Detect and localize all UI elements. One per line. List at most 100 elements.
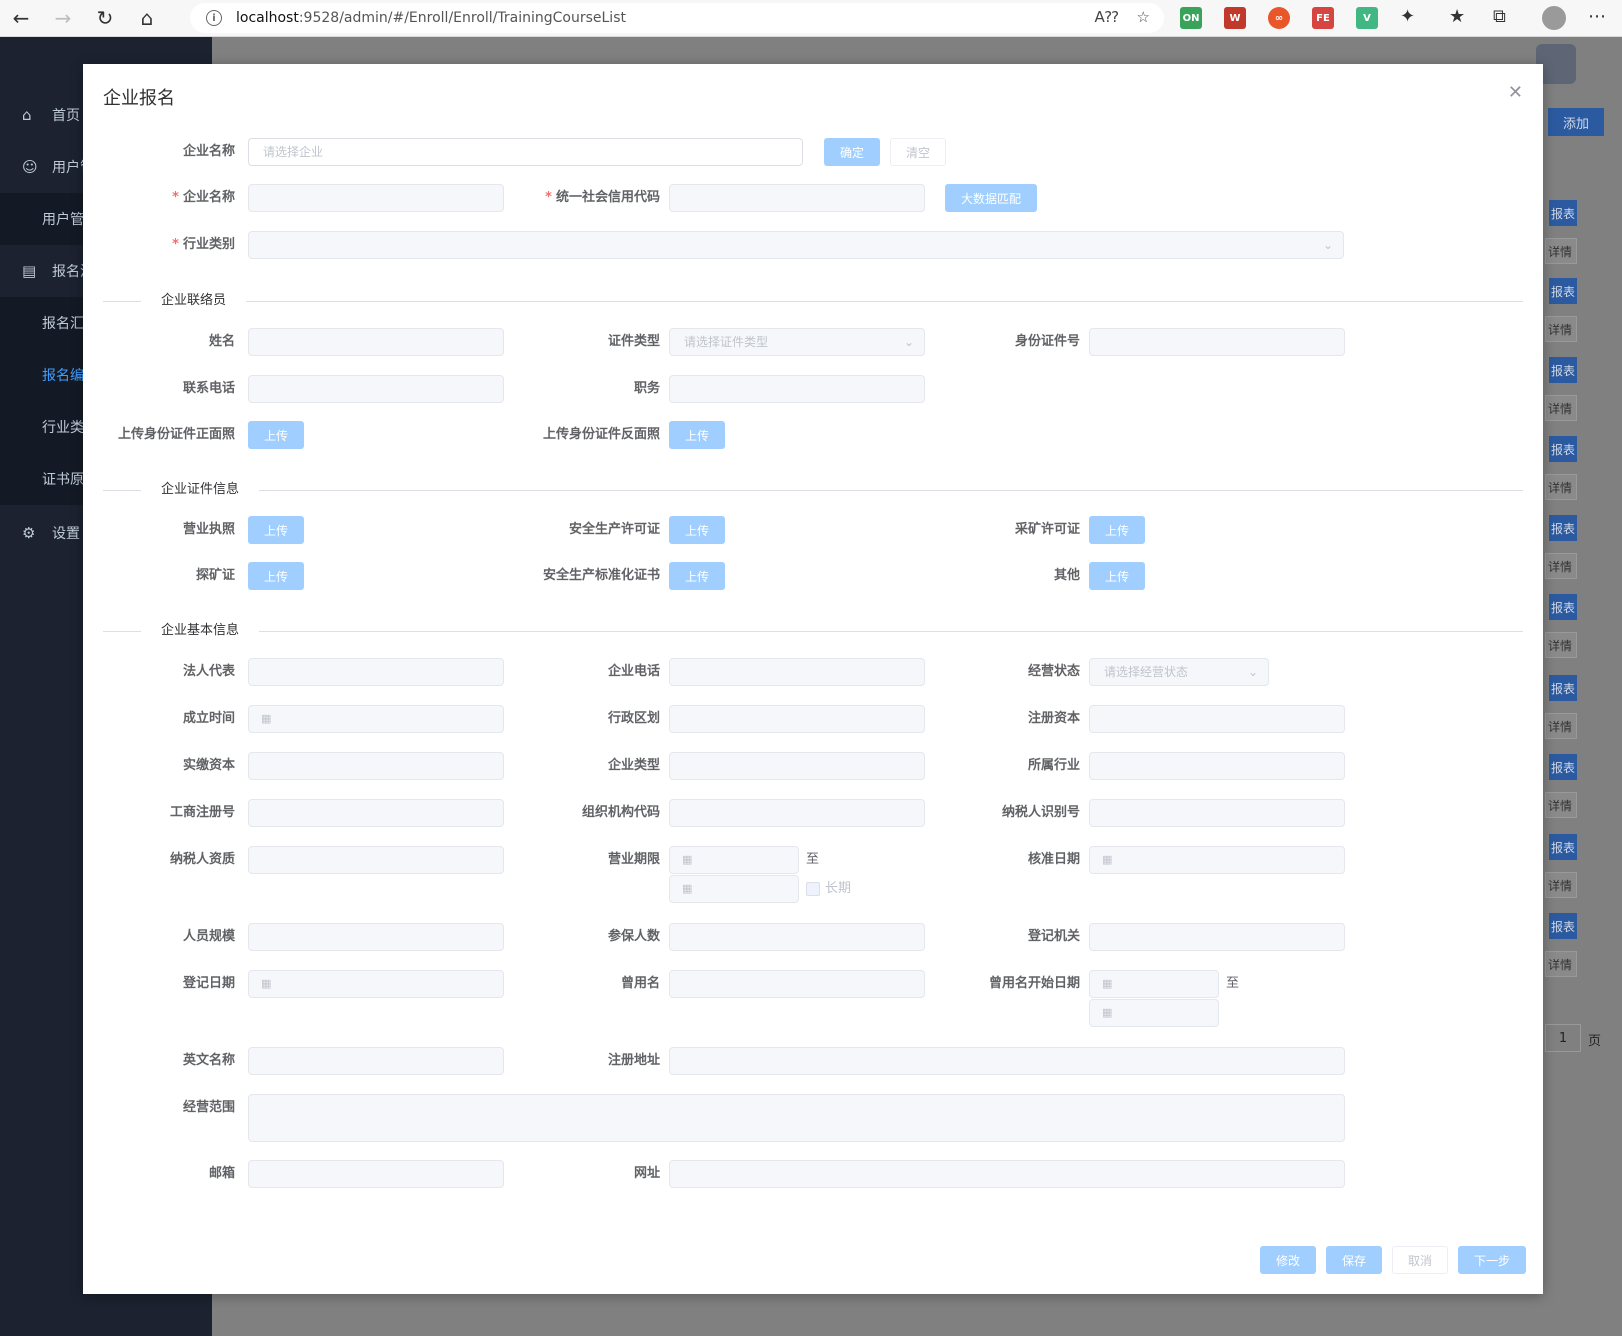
business-status-select[interactable]: 请选择经营状态 ⌄ <box>1089 658 1269 686</box>
extensions-puzzle-icon[interactable]: ✦ <box>1400 6 1415 27</box>
founded-date-picker[interactable]: ▦ <box>248 705 504 733</box>
industry-category-select[interactable]: ⌄ <box>248 231 1344 259</box>
former-name-end-date-picker[interactable]: ▦ <box>1089 999 1219 1027</box>
email-input[interactable] <box>248 1160 504 1188</box>
long-term-checkbox[interactable] <box>806 882 820 896</box>
website-input[interactable] <box>669 1160 1345 1188</box>
contact-name-label: 姓名 <box>208 334 235 349</box>
read-aloud-icon[interactable]: A⁇ <box>1094 8 1118 26</box>
contact-phone-input[interactable] <box>248 375 504 403</box>
row-report-button[interactable]: 报表 <box>1549 754 1577 780</box>
row-report-button[interactable]: 报表 <box>1549 436 1577 462</box>
bigdata-match-button[interactable]: 大数据匹配 <box>945 184 1037 212</box>
extension-red-icon[interactable]: W <box>1224 7 1246 29</box>
approve-date-picker[interactable]: ▦ <box>1089 846 1345 874</box>
row-detail-button[interactable]: 详情 <box>1545 395 1577 421</box>
edit-button[interactable]: 修改 <box>1260 1246 1316 1274</box>
row-detail-button[interactable]: 详情 <box>1545 553 1577 579</box>
company-search-input[interactable]: 请选择企业 <box>248 138 803 166</box>
favorite-add-icon[interactable]: ☆ <box>1137 8 1150 26</box>
english-name-input[interactable] <box>248 1047 504 1075</box>
long-term-label[interactable]: 长期 <box>825 881 851 897</box>
insured-count-input[interactable] <box>669 923 925 951</box>
home-icon[interactable]: ⌂ <box>126 0 168 37</box>
registered-capital-input[interactable] <box>1089 705 1345 733</box>
save-button[interactable]: 保存 <box>1326 1246 1382 1274</box>
term-start-date-picker[interactable]: ▦ <box>669 846 799 874</box>
collections-icon[interactable]: ⧉ <box>1493 6 1506 27</box>
taxpayer-id-input[interactable] <box>1089 799 1345 827</box>
biz-reg-no-input[interactable] <box>248 799 504 827</box>
row-report-button[interactable]: 报表 <box>1549 834 1577 860</box>
row-detail-button[interactable]: 详情 <box>1545 792 1577 818</box>
row-detail-button[interactable]: 详情 <box>1545 238 1577 264</box>
reg-authority-input[interactable] <box>1089 923 1345 951</box>
calendar-icon: ▦ <box>1102 853 1113 866</box>
back-arrow-icon[interactable]: ← <box>0 0 42 37</box>
row-detail-button[interactable]: 详情 <box>1545 316 1577 342</box>
row-report-button[interactable]: 报表 <box>1549 594 1577 620</box>
id-number-input[interactable] <box>1089 328 1345 356</box>
row-report-button[interactable]: 报表 <box>1549 200 1577 226</box>
business-scope-textarea[interactable] <box>248 1094 1345 1142</box>
paid-capital-input[interactable] <box>248 752 504 780</box>
add-button[interactable]: 添加 <box>1548 108 1604 136</box>
credit-code-input[interactable] <box>669 184 925 212</box>
profile-avatar[interactable] <box>1542 6 1566 30</box>
other-cert-upload-button[interactable]: 上传 <box>1089 562 1145 590</box>
business-license-upload-button[interactable]: 上传 <box>248 516 304 544</box>
close-icon[interactable]: ✕ <box>1508 82 1523 103</box>
mining-permit-upload-button[interactable]: 上传 <box>1089 516 1145 544</box>
position-input[interactable] <box>669 375 925 403</box>
forward-arrow-icon[interactable]: → <box>42 0 84 37</box>
reg-date-picker[interactable]: ▦ <box>248 970 504 998</box>
region-input[interactable] <box>669 705 925 733</box>
id-type-select[interactable]: 请选择证件类型 ⌄ <box>669 328 925 356</box>
vue-devtools-icon[interactable]: V <box>1356 7 1378 29</box>
safety-permit-upload-button[interactable]: 上传 <box>669 516 725 544</box>
row-report-button[interactable]: 报表 <box>1549 357 1577 383</box>
extension-infinity-icon[interactable]: ∞ <box>1268 7 1290 29</box>
reload-icon[interactable]: ↻ <box>84 0 126 37</box>
legal-rep-input[interactable] <box>248 658 504 686</box>
required-asterisk: * <box>172 190 179 205</box>
more-menu-icon[interactable]: ⋯ <box>1588 6 1606 27</box>
row-report-button[interactable]: 报表 <box>1549 278 1577 304</box>
staff-size-input[interactable] <box>248 923 504 951</box>
clear-button[interactable]: 清空 <box>890 138 946 166</box>
taxpayer-qual-input[interactable] <box>248 846 504 874</box>
id-front-upload-button[interactable]: 上传 <box>248 421 304 449</box>
row-detail-button[interactable]: 详情 <box>1545 474 1577 500</box>
extension-fe-icon[interactable]: FE <box>1312 7 1334 29</box>
former-name-input[interactable] <box>669 970 925 998</box>
row-detail-button[interactable]: 详情 <box>1545 872 1577 898</box>
cancel-button[interactable]: 取消 <box>1392 1246 1448 1274</box>
row-report-button[interactable]: 报表 <box>1549 913 1577 939</box>
company-type-input[interactable] <box>669 752 925 780</box>
pagination-current-page[interactable]: 1 <box>1545 1024 1581 1052</box>
reg-address-input[interactable] <box>669 1047 1345 1075</box>
row-detail-button[interactable]: 详情 <box>1545 713 1577 739</box>
row-detail-button[interactable]: 详情 <box>1545 632 1577 658</box>
company-phone-input[interactable] <box>669 658 925 686</box>
confirm-button[interactable]: 确定 <box>824 138 880 166</box>
org-code-input[interactable] <box>669 799 925 827</box>
address-bar[interactable]: i localhost:9528/admin/#/Enroll/Enroll/T… <box>190 3 1164 33</box>
favorites-icon[interactable]: ★ <box>1449 6 1465 27</box>
row-report-button[interactable]: 报表 <box>1549 675 1577 701</box>
browser-toolbar: ← → ↻ ⌂ i localhost:9528/admin/#/Enroll/… <box>0 0 1622 37</box>
term-end-date-picker[interactable]: ▦ <box>669 875 799 903</box>
row-report-button[interactable]: 报表 <box>1549 515 1577 541</box>
id-type-label: 证件类型 <box>607 334 660 349</box>
id-back-upload-button[interactable]: 上传 <box>669 421 725 449</box>
safety-standard-upload-button[interactable]: 上传 <box>669 562 725 590</box>
company-name-label: * 企业名称 <box>111 184 235 212</box>
extension-on-icon[interactable]: ON <box>1180 7 1202 29</box>
info-icon[interactable]: i <box>206 10 222 26</box>
contact-name-input[interactable] <box>248 328 504 356</box>
row-detail-button[interactable]: 详情 <box>1545 951 1577 977</box>
former-name-start-date-picker[interactable]: ▦ <box>1089 970 1219 998</box>
sector-input[interactable] <box>1089 752 1345 780</box>
exploration-cert-upload-button[interactable]: 上传 <box>248 562 304 590</box>
next-step-button[interactable]: 下一步 <box>1458 1246 1526 1274</box>
